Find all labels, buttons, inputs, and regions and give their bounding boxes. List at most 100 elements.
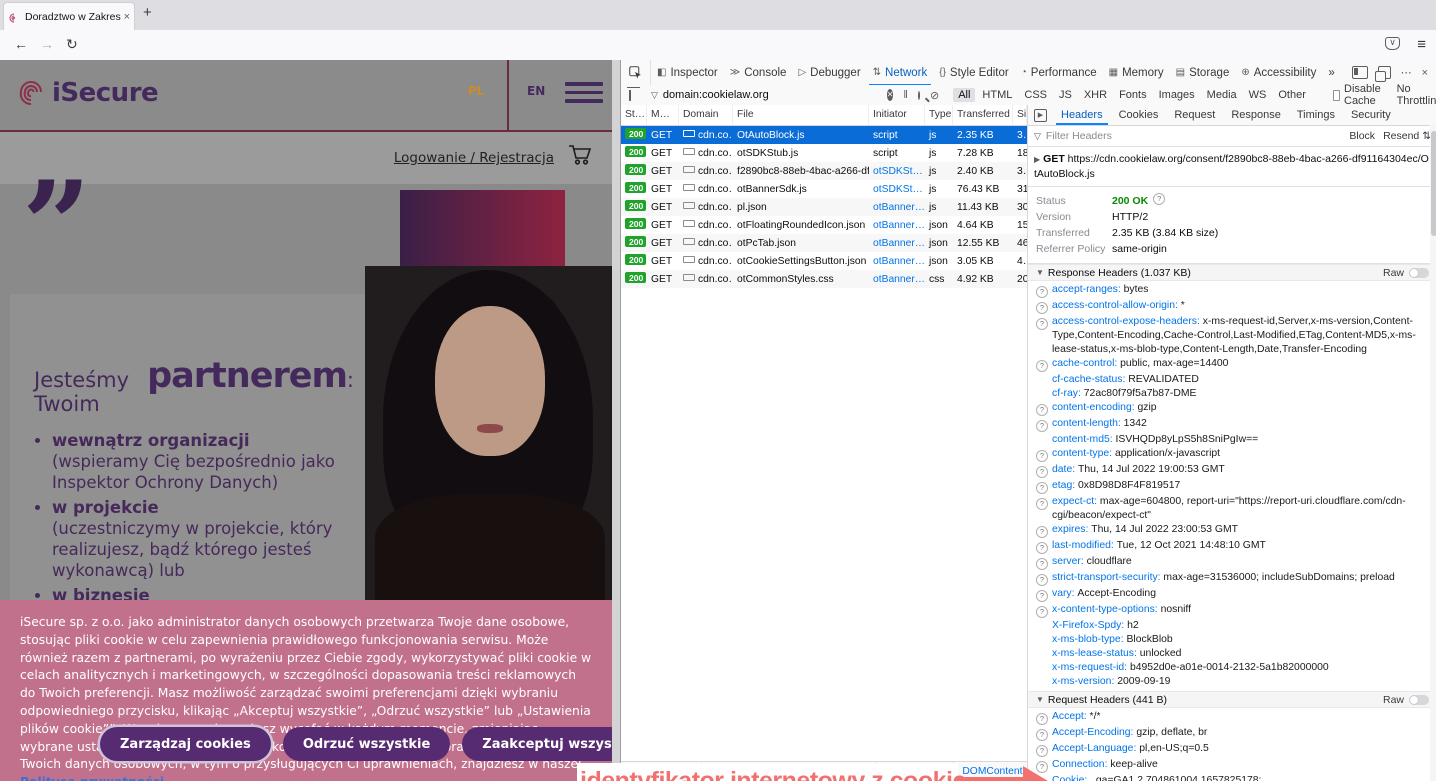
request-headers-section[interactable]: ▼ Request Headers (441 B) Raw <box>1028 691 1436 708</box>
initiator-cell[interactable]: otBanner… <box>869 256 925 267</box>
accept-all-button[interactable]: Zaakceptuj wszystkie <box>462 727 620 761</box>
lang-pl-button[interactable]: PL <box>468 84 484 98</box>
login-register-link[interactable]: Logowanie / Rejestracja <box>394 150 554 166</box>
info-icon[interactable]: ? <box>1036 420 1048 432</box>
info-icon[interactable]: ? <box>1036 498 1048 510</box>
column-header[interactable]: Initiator <box>869 105 925 125</box>
privacy-policy-link[interactable]: Polityce prywatności <box>20 775 164 781</box>
filter-urls-input[interactable]: domain:cookielaw.org <box>663 89 769 101</box>
disable-cache-checkbox[interactable]: Disable Cache <box>1333 83 1385 107</box>
header-name[interactable]: strict-transport-security: <box>1052 572 1161 583</box>
header-name[interactable]: expires: <box>1052 524 1088 535</box>
browser-tab[interactable]: Doradztwo w Zakresie Ochrony Dany × <box>3 2 135 30</box>
network-request-row[interactable]: 200GETcdn.co…otCommonStyles.cssotBanner…… <box>621 270 1027 288</box>
collapse-triangle-icon[interactable]: ▼ <box>1036 268 1044 277</box>
info-icon[interactable]: ? <box>1036 713 1048 725</box>
info-icon[interactable]: ? <box>1036 558 1048 570</box>
page-scrollbar[interactable] <box>612 60 620 781</box>
clear-requests-icon[interactable] <box>629 90 631 101</box>
info-icon[interactable]: ? <box>1036 404 1048 416</box>
devtools-tab-memory[interactable]: ▦Memory <box>1103 60 1170 85</box>
raw-toggle[interactable] <box>1409 268 1429 278</box>
details-tab-cookies[interactable]: Cookies <box>1111 105 1167 125</box>
info-icon[interactable]: ? <box>1036 286 1048 298</box>
header-name[interactable]: date: <box>1052 464 1075 475</box>
devtools-close-icon[interactable]: × <box>1422 67 1428 79</box>
header-name[interactable]: last-modified: <box>1052 540 1114 551</box>
tab-close-icon[interactable]: × <box>124 11 130 23</box>
info-icon[interactable]: ? <box>1036 450 1048 462</box>
responsive-design-icon[interactable] <box>1352 66 1368 79</box>
network-request-row[interactable]: 200GETcdn.co…otSDKStub.jsscriptjs7.28 KB… <box>621 144 1027 162</box>
filter-headers-input[interactable]: Filter Headers <box>1046 130 1112 142</box>
network-request-row[interactable]: 200GETcdn.co…otFloatingRoundedIcon.jsono… <box>621 216 1027 234</box>
devtools-tab-network[interactable]: ⇅Network <box>867 60 934 85</box>
new-tab-button[interactable]: + <box>143 4 152 21</box>
lang-en-button[interactable]: EN <box>527 84 545 98</box>
search-icon[interactable] <box>918 91 920 100</box>
header-name[interactable]: access-control-allow-origin: <box>1052 300 1178 311</box>
disclosure-triangle-icon[interactable]: ▶ <box>1034 155 1040 164</box>
info-icon[interactable]: ? <box>1036 761 1048 773</box>
info-icon[interactable]: ? <box>1036 745 1048 757</box>
header-name[interactable]: accept-ranges: <box>1052 284 1121 295</box>
details-scrollbar[interactable] <box>1430 125 1436 781</box>
header-name[interactable]: X-Firefox-Spdy: <box>1052 620 1124 631</box>
reload-button[interactable]: ↻ <box>66 36 78 53</box>
type-filter-other[interactable]: Other <box>1273 88 1311 102</box>
initiator-cell[interactable]: otBanner… <box>869 274 925 285</box>
header-name[interactable]: Connection: <box>1052 759 1107 770</box>
info-icon[interactable]: ? <box>1036 360 1048 372</box>
separate-window-icon[interactable] <box>1378 66 1391 79</box>
header-name[interactable]: content-encoding: <box>1052 402 1135 413</box>
clear-filter-icon[interactable]: ✕ <box>887 89 894 101</box>
column-header[interactable]: File <box>733 105 869 125</box>
header-name[interactable]: x-content-type-options: <box>1052 604 1158 615</box>
checkbox-icon[interactable] <box>1333 90 1340 101</box>
type-filter-html[interactable]: HTML <box>977 88 1017 102</box>
network-request-row[interactable]: 200GETcdn.co…otBannerSdk.jsotSDKSt…js76.… <box>621 180 1027 198</box>
type-filter-all[interactable]: All <box>953 88 975 102</box>
info-icon[interactable]: ? <box>1036 318 1048 330</box>
request-table-header[interactable]: St…M…DomainFileInitiatorTypeTransferredS… <box>621 105 1027 126</box>
devtools-tab-debugger[interactable]: ▷Debugger <box>792 60 866 85</box>
column-header[interactable]: Size <box>1013 105 1027 125</box>
app-menu-icon[interactable]: ≡ <box>1417 36 1426 53</box>
details-tab-headers[interactable]: Headers <box>1053 105 1111 125</box>
initiator-cell[interactable]: otBanner… <box>869 202 925 213</box>
details-tab-request[interactable]: Request <box>1166 105 1223 125</box>
cart-icon[interactable] <box>568 144 592 170</box>
response-headers-section[interactable]: ▼ Response Headers (1.037 KB) Raw <box>1028 264 1436 281</box>
column-header[interactable]: M… <box>647 105 679 125</box>
throttling-select[interactable]: No Throttling⇅ <box>1397 83 1436 107</box>
header-name[interactable]: x-ms-lease-status: <box>1052 648 1137 659</box>
network-request-row[interactable]: 200GETcdn.co…otPcTab.jsonotBanner…json12… <box>621 234 1027 252</box>
header-name[interactable]: cache-control: <box>1052 358 1117 369</box>
devtools-tab-inspector[interactable]: ◧Inspector <box>651 60 724 85</box>
type-filter-ws[interactable]: WS <box>1244 88 1272 102</box>
header-name[interactable]: Accept-Encoding: <box>1052 727 1133 738</box>
network-request-row[interactable]: 200GETcdn.co…pl.jsonotBanner…js11.43 KB3… <box>621 198 1027 216</box>
node-picker-icon[interactable] <box>621 60 651 85</box>
pause-icon[interactable]: ‖ <box>903 89 908 101</box>
header-name[interactable]: server: <box>1052 556 1084 567</box>
back-button[interactable]: ← <box>14 36 28 52</box>
devtools-tab-console[interactable]: ≫Console <box>724 60 793 85</box>
header-name[interactable]: etag: <box>1052 480 1075 491</box>
block-url-button[interactable]: Block <box>1349 130 1375 142</box>
initiator-cell[interactable]: otSDKSt… <box>869 166 925 177</box>
header-name[interactable]: x-ms-version: <box>1052 676 1114 687</box>
info-icon[interactable]: ? <box>1036 482 1048 494</box>
header-name[interactable]: content-md5: <box>1052 434 1113 445</box>
info-icon[interactable]: ? <box>1036 574 1048 586</box>
info-icon[interactable]: ? <box>1036 466 1048 478</box>
manage-cookies-button[interactable]: Zarządzaj cookies <box>100 727 271 761</box>
block-icon[interactable]: ⊘ <box>930 89 939 102</box>
header-name[interactable]: access-control-expose-headers: <box>1052 316 1200 327</box>
info-icon[interactable]: ? <box>1036 729 1048 741</box>
header-name[interactable]: x-ms-blob-type: <box>1052 634 1124 645</box>
reject-all-button[interactable]: Odrzuć wszystkie <box>283 727 450 761</box>
site-menu-icon[interactable] <box>565 82 603 108</box>
header-name[interactable]: Cookie: <box>1052 775 1087 781</box>
header-name[interactable]: content-type: <box>1052 448 1112 459</box>
